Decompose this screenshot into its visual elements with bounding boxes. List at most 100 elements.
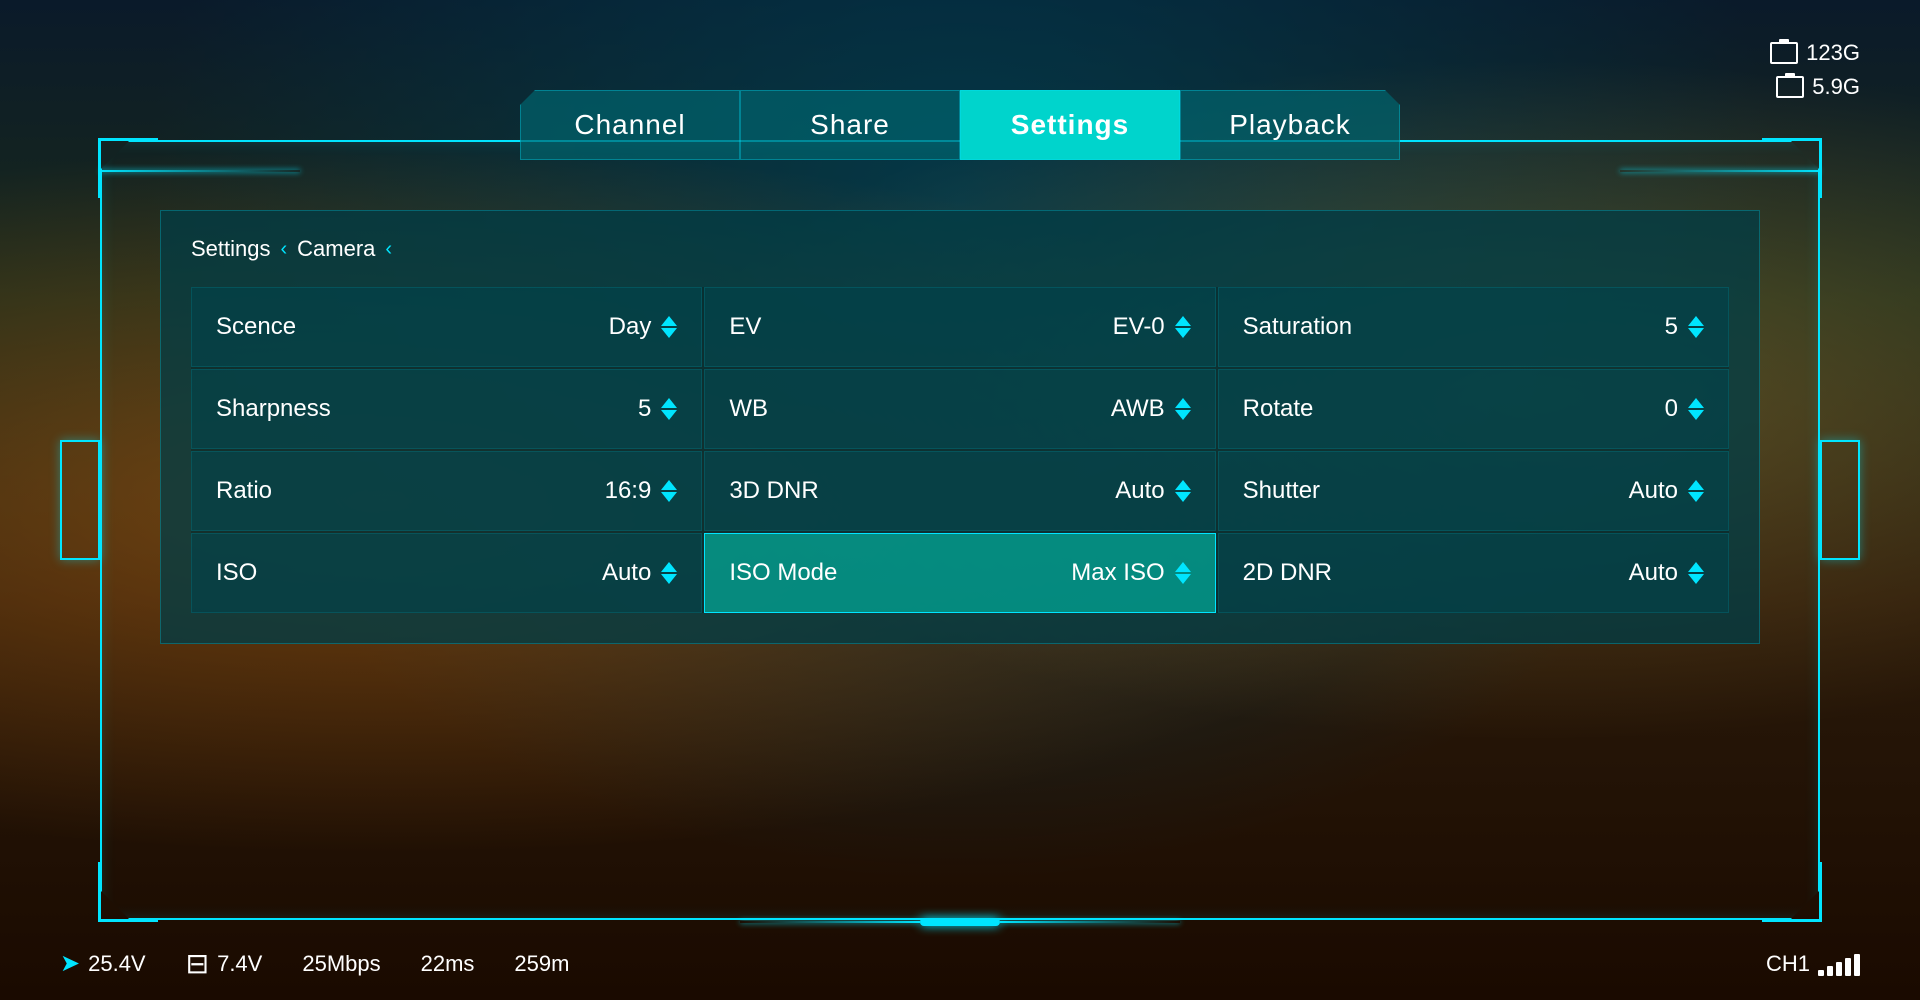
ev-value: EV-0 <box>1113 313 1165 341</box>
ratio-down[interactable] <box>661 492 677 502</box>
2ddnr-control: Auto <box>1629 559 1704 587</box>
bitrate-status: 25Mbps <box>302 951 380 977</box>
sharpness-spinner[interactable] <box>661 398 677 420</box>
iso-mode-down[interactable] <box>1175 574 1191 584</box>
deco-pill <box>920 918 1000 926</box>
goggles-icon: ⊟ <box>186 947 209 980</box>
3ddnr-up[interactable] <box>1175 480 1191 490</box>
iso-mode-up[interactable] <box>1175 562 1191 572</box>
iso-mode-control: Max ISO <box>1071 559 1190 587</box>
iso-spinner[interactable] <box>661 562 677 584</box>
breadcrumb-chevron1: ‹ <box>281 238 288 261</box>
rotate-up[interactable] <box>1688 398 1704 408</box>
storage2-icon <box>1776 76 1804 98</box>
rotate-control: 0 <box>1665 395 1704 423</box>
rotate-spinner[interactable] <box>1688 398 1704 420</box>
2ddnr-value: Auto <box>1629 559 1678 587</box>
ratio-up[interactable] <box>661 480 677 490</box>
distance-value: 259m <box>514 951 569 977</box>
shutter-control: Auto <box>1629 477 1704 505</box>
scence-spinner[interactable] <box>661 316 677 338</box>
rotate-value: 0 <box>1665 395 1678 423</box>
latency-status: 22ms <box>421 951 475 977</box>
shutter-down[interactable] <box>1688 492 1704 502</box>
iso-up[interactable] <box>661 562 677 572</box>
shutter-spinner[interactable] <box>1688 480 1704 502</box>
sharpness-label: Sharpness <box>216 395 331 423</box>
voltage2-value: 7.4V <box>217 951 262 977</box>
setting-wb: WB AWB <box>704 369 1215 449</box>
tab-channel-label: Channel <box>574 109 685 140</box>
wb-down[interactable] <box>1175 410 1191 420</box>
wb-spinner[interactable] <box>1175 398 1191 420</box>
rotate-label: Rotate <box>1243 395 1314 423</box>
setting-rotate: Rotate 0 <box>1218 369 1729 449</box>
iso-mode-spinner[interactable] <box>1175 562 1191 584</box>
deco-line-left <box>740 921 920 923</box>
3ddnr-spinner[interactable] <box>1175 480 1191 502</box>
frame-corner-br <box>1762 862 1822 922</box>
tab-playback[interactable]: Playback <box>1180 90 1400 160</box>
shutter-label: Shutter <box>1243 477 1320 505</box>
latency-value: 22ms <box>421 951 475 977</box>
scence-up[interactable] <box>661 316 677 326</box>
3ddnr-value: Auto <box>1115 477 1164 505</box>
frame-corner-tl <box>98 138 158 198</box>
sharpness-value: 5 <box>638 395 651 423</box>
channel-value: CH1 <box>1766 951 1810 977</box>
deco-line-right <box>1000 921 1180 923</box>
sharpness-up[interactable] <box>661 398 677 408</box>
storage1-status: 123G <box>1770 40 1860 66</box>
ev-up[interactable] <box>1175 316 1191 326</box>
iso-mode-value: Max ISO <box>1071 559 1164 587</box>
2ddnr-spinner[interactable] <box>1688 562 1704 584</box>
breadcrumb: Settings ‹ Camera ‹ <box>191 231 1729 267</box>
setting-shutter: Shutter Auto <box>1218 451 1729 531</box>
status-panel: 123G 5.9G <box>1770 40 1860 100</box>
iso-down[interactable] <box>661 574 677 584</box>
ratio-control: 16:9 <box>605 477 678 505</box>
storage2-status: 5.9G <box>1776 74 1860 100</box>
2ddnr-down[interactable] <box>1688 574 1704 584</box>
ev-spinner[interactable] <box>1175 316 1191 338</box>
wb-up[interactable] <box>1175 398 1191 408</box>
tab-settings-label: Settings <box>1011 109 1129 140</box>
wb-control: AWB <box>1111 395 1191 423</box>
iso-label: ISO <box>216 559 257 587</box>
ev-down[interactable] <box>1175 328 1191 338</box>
setting-ratio: Ratio 16:9 <box>191 451 702 531</box>
ratio-spinner[interactable] <box>661 480 677 502</box>
scence-down[interactable] <box>661 328 677 338</box>
setting-ev: EV EV-0 <box>704 287 1215 367</box>
3ddnr-down[interactable] <box>1175 492 1191 502</box>
wb-label: WB <box>729 395 768 423</box>
storage1-value: 123G <box>1806 40 1860 66</box>
breadcrumb-camera: Camera <box>297 236 375 262</box>
rotate-down[interactable] <box>1688 410 1704 420</box>
shutter-up[interactable] <box>1688 480 1704 490</box>
side-right-deco <box>1820 440 1860 560</box>
saturation-control: 5 <box>1665 313 1704 341</box>
saturation-up[interactable] <box>1688 316 1704 326</box>
bottom-bar: ➤ 25.4V ⊟ 7.4V 25Mbps 22ms 259m CH1 <box>0 947 1920 980</box>
saturation-down[interactable] <box>1688 328 1704 338</box>
voltage1-value: 25.4V <box>88 951 146 977</box>
signal-bar-3 <box>1836 962 1842 976</box>
navigation-status: ➤ 25.4V <box>60 949 146 978</box>
breadcrumb-settings: Settings <box>191 236 271 262</box>
setting-2ddnr: 2D DNR Auto <box>1218 533 1729 613</box>
tab-settings[interactable]: Settings <box>960 90 1180 160</box>
sharpness-down[interactable] <box>661 410 677 420</box>
deco-bottom <box>740 918 1180 926</box>
nav-tabs: Channel Share Settings Playback <box>520 90 1400 160</box>
setting-sharpness: Sharpness 5 <box>191 369 702 449</box>
frame-corner-tr <box>1762 138 1822 198</box>
tab-share-label: Share <box>810 109 890 140</box>
tab-share[interactable]: Share <box>740 90 960 160</box>
signal-bar-4 <box>1845 958 1851 976</box>
tab-channel[interactable]: Channel <box>520 90 740 160</box>
signal-bar-5 <box>1854 954 1860 976</box>
saturation-spinner[interactable] <box>1688 316 1704 338</box>
2ddnr-up[interactable] <box>1688 562 1704 572</box>
navigation-icon: ➤ <box>60 949 80 978</box>
